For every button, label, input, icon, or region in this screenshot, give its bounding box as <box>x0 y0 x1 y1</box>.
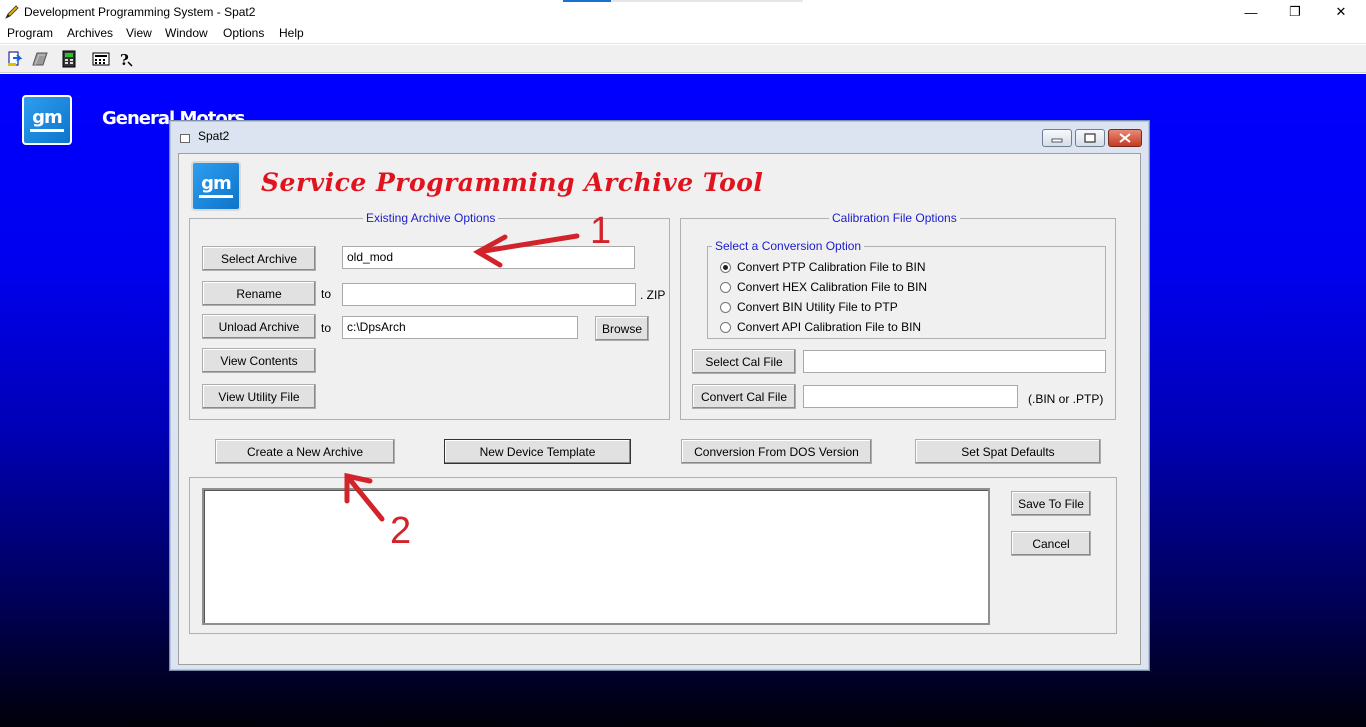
annotation-label-1: 1 <box>590 210 612 252</box>
annotation-label-2: 2 <box>390 510 412 552</box>
annotation-arrow-1 <box>472 233 580 268</box>
annotation-layer <box>344 233 580 522</box>
annotation-arrow-2 <box>344 472 385 522</box>
